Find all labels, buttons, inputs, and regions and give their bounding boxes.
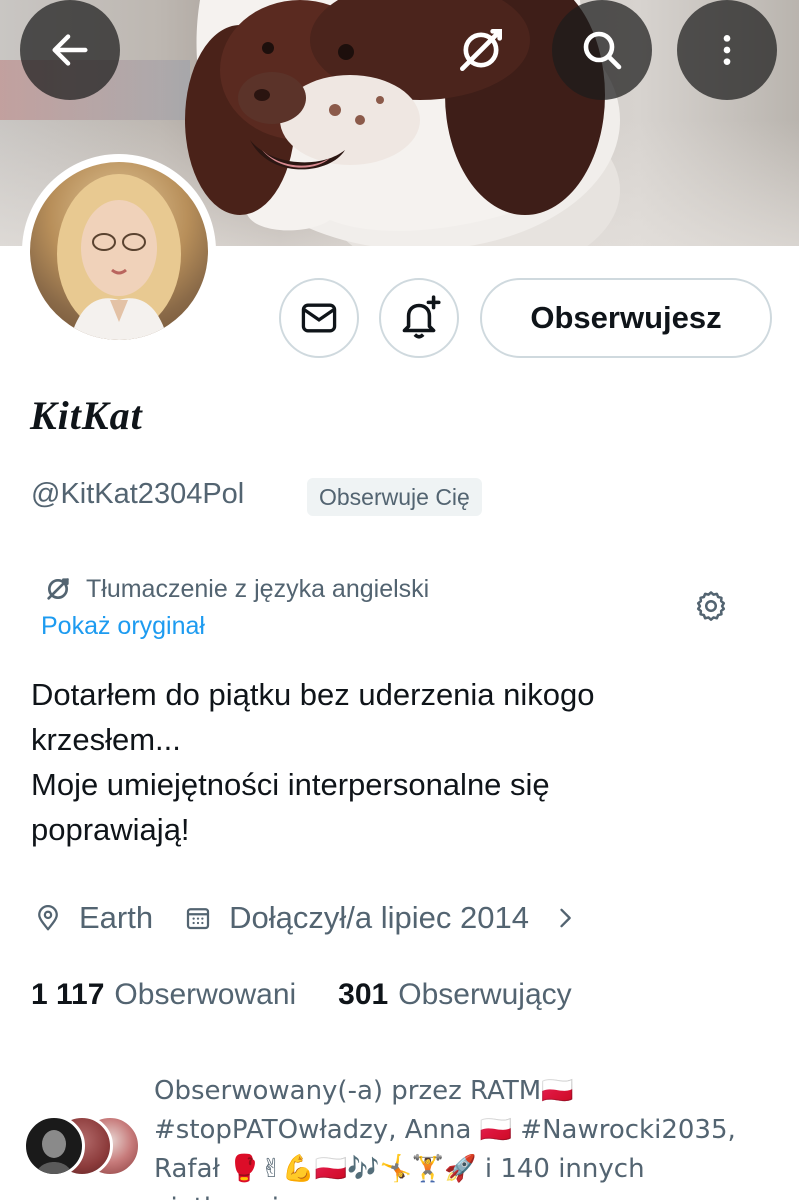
follows-you-badge: Obserwuje Cię [307, 478, 482, 516]
location-pin-icon [38, 905, 58, 931]
location: Earth [33, 900, 153, 936]
translation-settings-button[interactable] [692, 588, 730, 630]
search-icon [583, 31, 622, 70]
join-date-text: Dołączył/a lipiec 2014 [229, 900, 529, 935]
followed-by-line: pjetkowni... [154, 1189, 784, 1200]
more-vertical-icon [723, 35, 731, 65]
followed-by-line: Obserwowany(-a) przez RATM🇵🇱 [154, 1076, 574, 1106]
bio-line: Moje umiejętności interpersonalne się [31, 767, 550, 802]
translate-profile-button[interactable] [431, 0, 531, 100]
profile-bio: Dotarłem do piątku bez uderzenia nikogo … [31, 672, 751, 852]
followed-by-text[interactable]: Obserwowany(-a) przez RATM🇵🇱 #stopPATOwł… [154, 1072, 784, 1200]
gear-icon [696, 591, 726, 621]
back-button[interactable] [20, 0, 120, 100]
translate-icon [47, 578, 69, 600]
calendar-icon [186, 908, 210, 930]
translation-label: Tłumaczenie z języka angielski [86, 574, 430, 603]
followers-stat[interactable]: 301 Obserwujący [338, 978, 571, 1012]
chevron-right-icon [560, 908, 571, 928]
bio-line: krzesłem... [31, 722, 181, 757]
followed-by-line: Rafał 🥊✌💪🇵🇱🎶🤸🏋🚀 i 140 innych [154, 1154, 645, 1184]
followed-by-line: #stopPATOwładzy, Anna 🇵🇱 #Nawrocki2035, [154, 1115, 736, 1145]
followed-by-avatars[interactable] [23, 1115, 143, 1181]
avatar [23, 1115, 85, 1177]
bio-line: Dotarłem do piątku bez uderzenia nikogo [31, 677, 595, 712]
more-options-button[interactable] [677, 0, 777, 100]
bell-plus-icon [402, 295, 441, 339]
search-button[interactable] [552, 0, 652, 100]
join-date[interactable]: Dołączył/a lipiec 2014 [183, 900, 579, 936]
following-button[interactable]: Obserwujesz [480, 278, 772, 358]
translate-icon [460, 29, 502, 71]
profile-meta: Earth Dołączył/a lipiec 2014 [33, 900, 579, 936]
display-name: KitKat [30, 393, 143, 438]
notifications-button[interactable] [379, 278, 459, 358]
message-button[interactable] [279, 278, 359, 358]
avatar-image [30, 162, 208, 340]
username-handle: @KitKat2304Pol [31, 478, 245, 510]
following-stat[interactable]: 1 117 Obserwowani [31, 978, 296, 1012]
followers-label: Obserwujący [398, 978, 572, 1011]
mail-icon [301, 303, 337, 333]
follow-stats: 1 117 Obserwowani 301 Obserwujący [31, 978, 572, 1012]
location-text: Earth [79, 900, 154, 935]
show-original-link[interactable]: Pokaż oryginał [41, 612, 205, 641]
profile-avatar[interactable] [22, 154, 216, 348]
following-count: 1 117 [31, 978, 105, 1011]
bio-line: poprawiają! [31, 812, 190, 847]
translation-notice: Tłumaczenie z języka angielski [42, 573, 429, 605]
followers-count: 301 [338, 978, 389, 1011]
arrow-left-icon [52, 34, 88, 66]
following-label: Obserwowani [114, 978, 297, 1011]
